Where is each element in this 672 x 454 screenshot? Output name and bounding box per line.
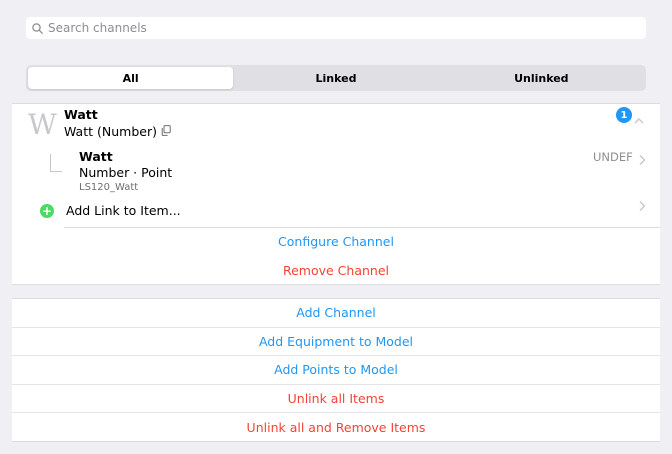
chevron-right-icon[interactable] [638,151,646,170]
chevron-right-icon[interactable] [638,197,646,216]
actions-card: Add Channel Add Equipment to Model Add P… [12,298,660,442]
linked-item-state: UNDEF [593,150,633,164]
linked-item-name[interactable]: Watt [79,149,113,164]
filter-segmented-control: All Linked Unlinked [26,65,646,91]
link-connector-icon [50,154,62,172]
channel-type-label: Watt (Number) [64,124,157,139]
divider [64,227,660,228]
link-count-badge: 1 [616,107,632,123]
copy-icon[interactable] [161,124,171,139]
linked-item-type: Number · Point [79,165,173,180]
add-link-row[interactable]: + Add Link to Item... [40,203,181,218]
add-circle-icon: + [40,203,54,218]
add-equipment-button[interactable]: Add Equipment to Model [12,328,660,357]
chevron-up-icon[interactable] [634,110,644,129]
unlink-remove-button[interactable]: Unlink all and Remove Items [12,413,660,442]
add-points-button[interactable]: Add Points to Model [12,356,660,385]
tab-all[interactable]: All [28,67,234,89]
tab-unlinked[interactable]: Unlinked [439,67,644,89]
unlink-all-button[interactable]: Unlink all Items [12,385,660,414]
add-link-label: Add Link to Item... [66,203,181,218]
search-bar[interactable] [26,17,646,39]
channel-initial-icon: W [28,108,57,141]
search-icon [32,22,43,34]
tab-linked[interactable]: Linked [233,67,438,89]
channel-name[interactable]: Watt [64,107,98,122]
add-channel-button[interactable]: Add Channel [12,299,660,328]
linked-item-id: LS120_Watt [79,182,139,193]
configure-channel-button[interactable]: Configure Channel [12,234,660,249]
remove-channel-button[interactable]: Remove Channel [12,263,660,278]
channel-type: Watt (Number) [64,124,171,139]
search-input[interactable] [48,21,608,35]
